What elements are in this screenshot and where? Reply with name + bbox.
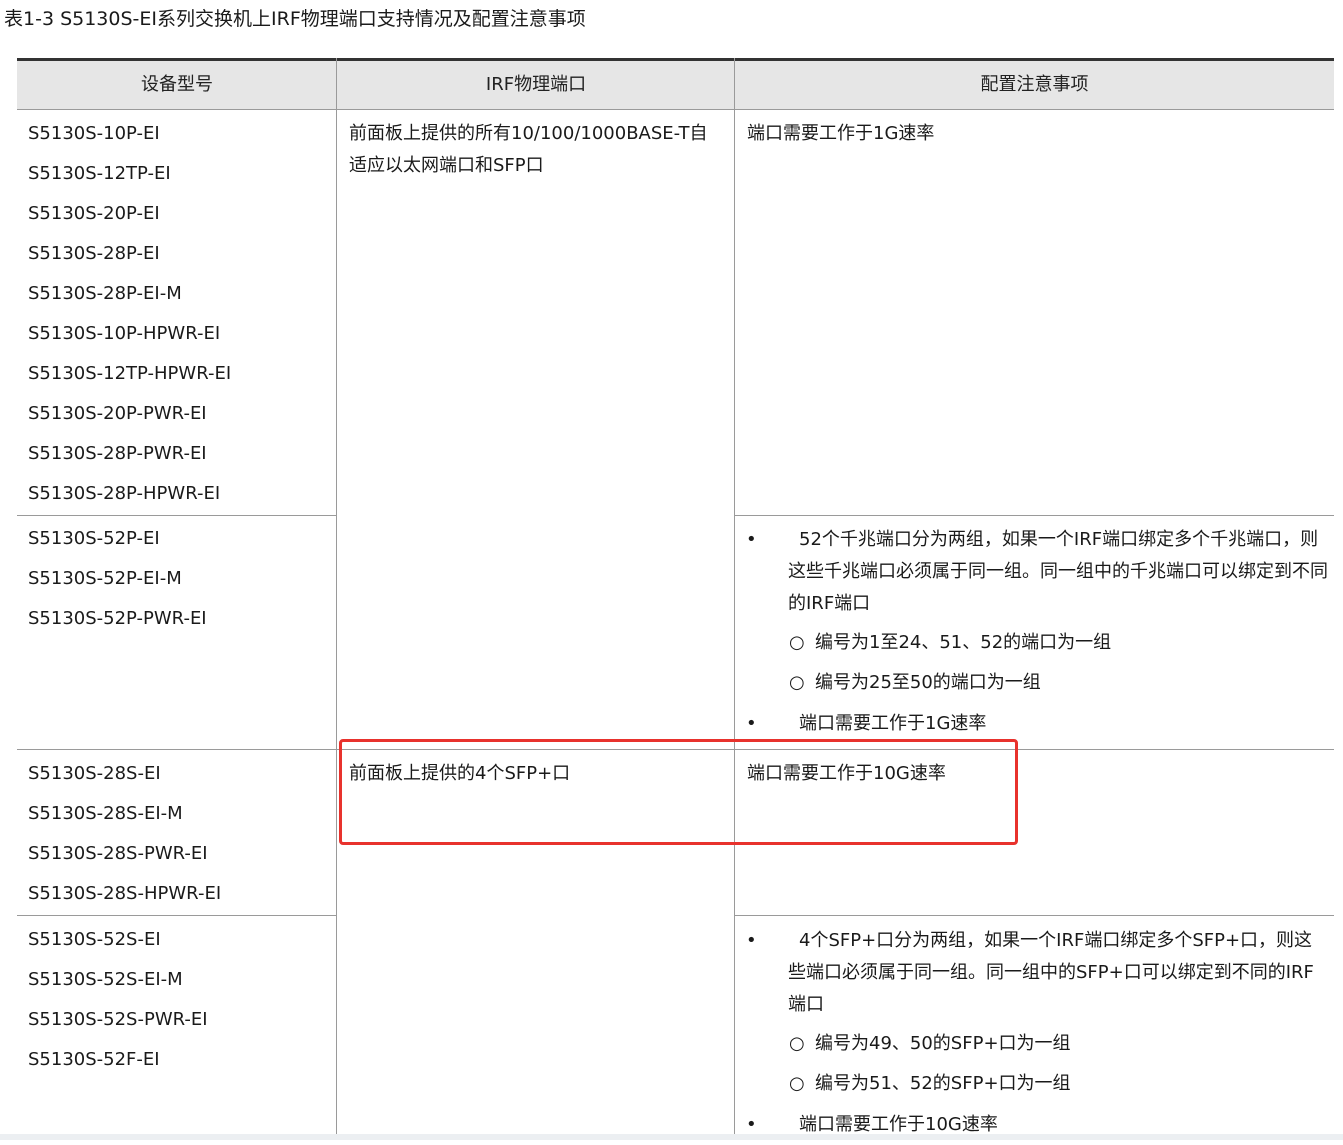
model-name: S5130S-52P-EI-M bbox=[28, 568, 182, 589]
config-note: 端口需要工作于1G速率 bbox=[747, 123, 935, 144]
config-note-item: 端口需要工作于1G速率 bbox=[799, 713, 987, 734]
model-list: S5130S-52S-EI S5130S-52S-EI-M S5130S-52S… bbox=[28, 920, 208, 1080]
model-list: S5130S-10P-EI S5130S-12TP-EI S5130S-20P-… bbox=[28, 114, 231, 514]
model-name: S5130S-52P-PWR-EI bbox=[28, 608, 207, 629]
circle-bullet-icon: ○ bbox=[789, 1073, 805, 1094]
model-list: S5130S-52P-EI S5130S-52P-EI-M S5130S-52P… bbox=[28, 519, 207, 639]
row-divider bbox=[735, 515, 1334, 516]
circle-bullet-icon: ○ bbox=[789, 1033, 805, 1054]
model-name: S5130S-28P-PWR-EI bbox=[28, 443, 207, 464]
model-name: S5130S-52P-EI bbox=[28, 528, 160, 549]
column-divider bbox=[734, 58, 735, 1140]
config-note-item: 4个SFP+口分为两组，如果一个IRF端口绑定多个SFP+口，则这些端口必须属于… bbox=[788, 930, 1314, 1015]
model-name: S5130S-28S-PWR-EI bbox=[28, 843, 208, 864]
model-name: S5130S-52S-PWR-EI bbox=[28, 1009, 208, 1030]
bullet-icon: • bbox=[746, 529, 757, 550]
config-sub-item: 编号为25至50的端口为一组 bbox=[815, 672, 1041, 693]
model-name: S5130S-52S-EI bbox=[28, 929, 161, 950]
header-config-notes: 配置注意事项 bbox=[980, 74, 1089, 95]
column-divider bbox=[336, 58, 337, 1140]
config-sub-item: 编号为1至24、51、52的端口为一组 bbox=[815, 632, 1112, 653]
model-name: S5130S-10P-EI bbox=[28, 123, 160, 144]
irf-port-text: 前面板上提供的所有10/100/1000BASE-T自适应以太网端口和SFP口 bbox=[349, 123, 708, 176]
config-sub-item: 编号为49、50的SFP+口为一组 bbox=[815, 1033, 1071, 1054]
circle-bullet-icon: ○ bbox=[789, 632, 805, 653]
config-note-item: 52个千兆端口分为两组，如果一个IRF端口绑定多个千兆端口，则这些千兆端口必须属… bbox=[788, 529, 1328, 614]
table-caption: 表1-3 S5130S-EI系列交换机上IRF物理端口支持情况及配置注意事项 bbox=[4, 8, 586, 30]
model-name: S5130S-28S-EI-M bbox=[28, 803, 183, 824]
model-name: S5130S-12TP-HPWR-EI bbox=[28, 363, 232, 384]
model-name: S5130S-52S-EI-M bbox=[28, 969, 183, 990]
model-name: S5130S-28S-HPWR-EI bbox=[28, 883, 222, 904]
model-name: S5130S-28P-HPWR-EI bbox=[28, 483, 221, 504]
row-divider bbox=[17, 915, 337, 916]
model-name: S5130S-20P-PWR-EI bbox=[28, 403, 207, 424]
model-name: S5130S-28P-EI-M bbox=[28, 283, 182, 304]
highlight-box bbox=[339, 739, 1018, 845]
row-divider bbox=[17, 109, 1334, 110]
header-irf-port: IRF物理端口 bbox=[485, 74, 587, 95]
model-name: S5130S-28P-EI bbox=[28, 243, 160, 264]
config-sub-item: 编号为51、52的SFP+口为一组 bbox=[815, 1073, 1071, 1094]
row-divider bbox=[735, 915, 1334, 916]
model-name: S5130S-10P-HPWR-EI bbox=[28, 323, 221, 344]
model-name: S5130S-20P-EI bbox=[28, 203, 160, 224]
bottom-band bbox=[0, 1134, 1343, 1140]
model-name: S5130S-28S-EI bbox=[28, 763, 161, 784]
bullet-icon: • bbox=[746, 930, 757, 951]
model-list: S5130S-28S-EI S5130S-28S-EI-M S5130S-28S… bbox=[28, 754, 221, 914]
model-name: S5130S-12TP-EI bbox=[28, 163, 171, 184]
bullet-icon: • bbox=[746, 713, 757, 734]
row-divider bbox=[17, 515, 337, 516]
circle-bullet-icon: ○ bbox=[789, 672, 805, 693]
model-name: S5130S-52F-EI bbox=[28, 1049, 160, 1070]
header-device-model: 设备型号 bbox=[141, 74, 213, 95]
